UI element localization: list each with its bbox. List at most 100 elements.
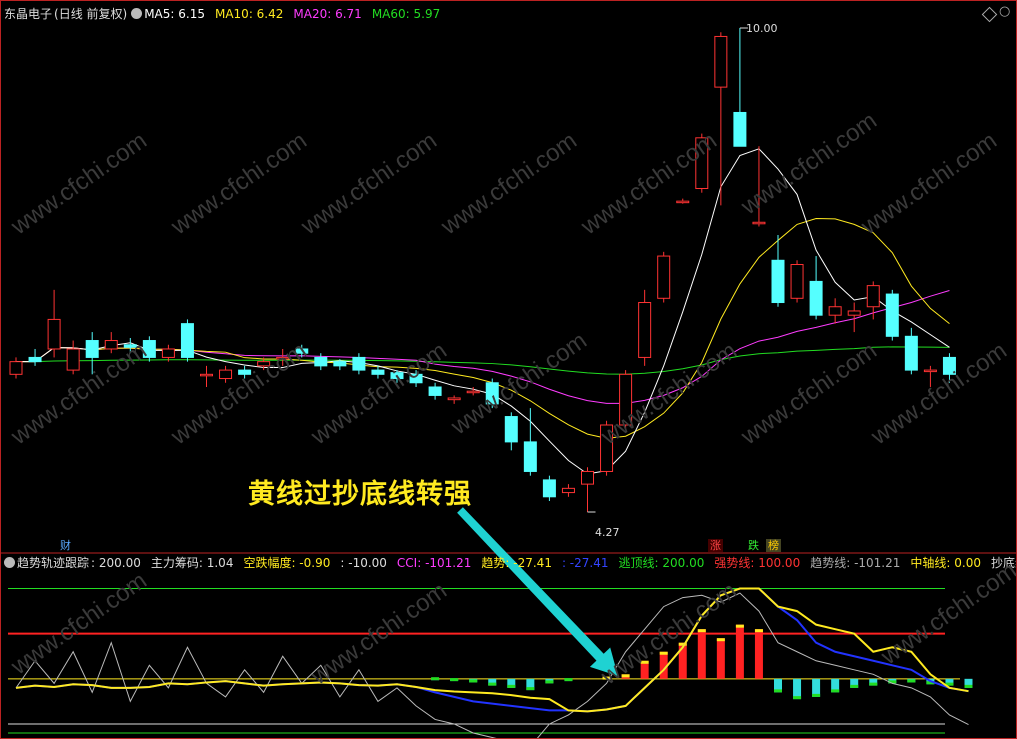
candle-body bbox=[600, 424, 614, 472]
candle-body bbox=[542, 479, 556, 498]
indicator-bar bbox=[945, 678, 954, 686]
ma-legend-item: MA10: 6.42 bbox=[214, 7, 284, 21]
indicator-bar-cap bbox=[697, 629, 706, 633]
indicator-legend-item: 趋势: -27.41 bbox=[481, 556, 552, 570]
indicator-bar bbox=[869, 678, 878, 686]
candle-body bbox=[352, 356, 366, 371]
indicator-bar bbox=[640, 660, 649, 679]
indicator-name[interactable]: 趋势轨迹跟踪 bbox=[17, 556, 89, 570]
indicator-bar bbox=[488, 678, 497, 686]
indicator-bar-cap bbox=[964, 684, 973, 688]
candle-body bbox=[847, 310, 861, 316]
indicator-bar-cap bbox=[450, 678, 459, 682]
candle-body bbox=[752, 221, 766, 225]
indicator-bar bbox=[716, 638, 725, 679]
candle-body bbox=[581, 470, 594, 485]
ma5-line bbox=[16, 148, 950, 475]
candle-body bbox=[695, 137, 709, 189]
indicator-bar-cap bbox=[602, 676, 611, 680]
indicator-legend-item: : -27.41 bbox=[561, 556, 609, 570]
indicator-legend-item: 趋势线: -101.21 bbox=[810, 556, 901, 570]
candle-body bbox=[428, 386, 442, 396]
watermark: www.cfchi.com bbox=[596, 577, 742, 691]
candle-body bbox=[142, 340, 156, 358]
indicator-settings-icon[interactable] bbox=[4, 557, 15, 568]
finance-tag[interactable]: 财 bbox=[58, 539, 73, 552]
indicator-bar-cap bbox=[945, 682, 954, 686]
indicator-bar bbox=[793, 678, 802, 700]
indicator-name-value: : 200.00 bbox=[91, 556, 141, 570]
indicator-bar bbox=[469, 678, 478, 683]
candle-body bbox=[85, 340, 99, 358]
trend-yellow-line bbox=[15, 587, 969, 713]
indicator-bar-cap bbox=[716, 638, 725, 642]
candle-body bbox=[161, 348, 175, 358]
indicator-bar bbox=[621, 674, 630, 679]
indicator-bar bbox=[774, 678, 782, 693]
candle-body bbox=[504, 416, 518, 443]
indicator-bar bbox=[507, 678, 516, 688]
indicator-bar bbox=[831, 678, 840, 693]
indicator-bar bbox=[450, 678, 459, 682]
list-tag[interactable]: 榜 bbox=[766, 539, 781, 552]
candle-body bbox=[200, 373, 213, 377]
candle-body bbox=[390, 372, 404, 380]
indicator-bar-cap bbox=[621, 674, 630, 678]
indicator-bar bbox=[564, 678, 573, 682]
circle-menu-icon[interactable]: ○ bbox=[999, 5, 1010, 19]
indicator-bar-cap bbox=[907, 679, 916, 683]
candle-body bbox=[47, 318, 61, 350]
indicator-bar bbox=[545, 678, 554, 684]
candlestick-chart[interactable] bbox=[0, 0, 1017, 555]
candle-body bbox=[657, 255, 671, 299]
watermark: www.cfchi.com bbox=[876, 557, 1017, 671]
indicator-bar-cap bbox=[545, 680, 554, 684]
candle-body bbox=[904, 335, 918, 371]
candle-body bbox=[828, 306, 842, 316]
indicator-bar-cap bbox=[754, 629, 763, 633]
stock-title[interactable]: 东晶电子 bbox=[4, 7, 52, 21]
candle-body bbox=[809, 280, 823, 316]
indicator-bar-cap bbox=[678, 642, 687, 646]
candle-body bbox=[314, 356, 328, 367]
indicator-legend-item: 中轴线: 0.00 bbox=[910, 556, 981, 570]
indicator-bar-cap bbox=[469, 679, 478, 683]
indicator-bar-cap bbox=[526, 687, 535, 691]
indicator-bar bbox=[850, 678, 859, 688]
candle-body bbox=[714, 35, 728, 88]
candle-body bbox=[942, 356, 956, 375]
indicator-bar bbox=[926, 678, 935, 685]
down-tag[interactable]: 跌 bbox=[746, 539, 761, 552]
indicator-legend-item: 空跌幅度: -0.90 bbox=[243, 556, 331, 570]
indicator-legend: 主力筹码: 1.04 空跌幅度: -0.90: -10.00 CCI: -101.2… bbox=[151, 556, 1017, 570]
indicator-bar bbox=[964, 678, 973, 688]
indicator-bar-cap bbox=[735, 624, 744, 628]
indicator-header: 趋势轨迹跟踪: 200.00 主力筹码: 1.04 空跌幅度: -0.90: -10… bbox=[4, 554, 1017, 572]
candle-body bbox=[295, 348, 309, 354]
up-tag[interactable]: 涨 bbox=[708, 539, 723, 552]
stock-chart-window: 东晶电子 (日线 前复权) MA5: 6.15 MA10: 6.42 MA20: 6.7… bbox=[0, 0, 1017, 739]
candle-body bbox=[409, 373, 423, 384]
indicator-bar bbox=[812, 678, 821, 697]
candle-body bbox=[733, 111, 747, 147]
candle-body bbox=[9, 361, 23, 375]
high-price-label: 10.00 bbox=[746, 22, 778, 35]
indicator-legend-item: 抄底线: -100.00 bbox=[990, 556, 1017, 570]
candle-body bbox=[523, 441, 537, 472]
settings-circle-icon[interactable] bbox=[131, 8, 143, 19]
candle-body bbox=[276, 356, 290, 360]
indicator-legend-item: 逃顶线: 200.00 bbox=[618, 556, 705, 570]
candle-body bbox=[485, 382, 499, 405]
indicator-bar bbox=[602, 676, 611, 679]
indicator-bar-cap bbox=[793, 696, 802, 700]
candle-body bbox=[333, 361, 347, 367]
indicator-legend-item: 主力筹码: 1.04 bbox=[150, 556, 234, 570]
candle-body bbox=[66, 348, 80, 371]
indicator-bar-cap bbox=[659, 651, 668, 655]
indicator-bar bbox=[659, 651, 668, 679]
indicator-legend-item: 强势线: 100.00 bbox=[714, 556, 801, 570]
indicator-bar bbox=[735, 624, 744, 679]
indicator-bar-cap bbox=[774, 689, 782, 693]
indicator-bar-cap bbox=[926, 681, 935, 685]
indicator-bar bbox=[526, 678, 535, 691]
